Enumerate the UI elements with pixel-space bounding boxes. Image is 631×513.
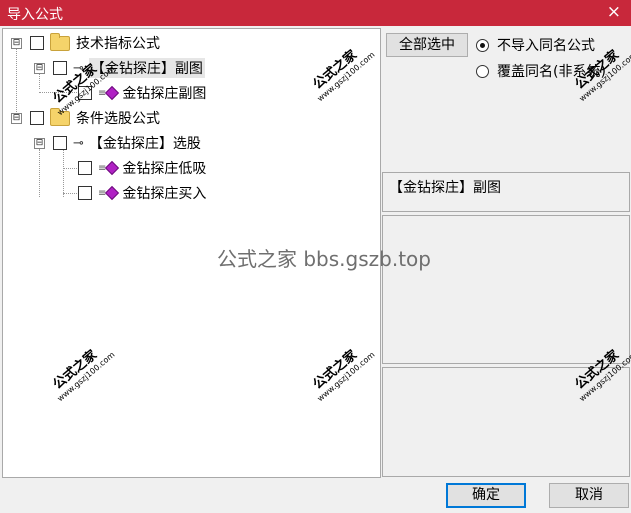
formula-detail-panel [382,367,630,477]
tree-node-buy-formula[interactable]: ≡ 金钻探庄买入 [78,183,206,203]
folder-icon [50,32,70,51]
tree-connector [39,92,81,93]
close-icon[interactable]: × [607,2,621,22]
formula-tree[interactable]: ⊟ 技术指标公式 ⊟ ⊸ 【金钻探庄】副图 ≡ 金钻探庄副图 ⊟ 条件选股公式 … [2,28,381,478]
tree-node-subchart-formula[interactable]: ≡ 金钻探庄副图 [78,83,206,103]
collapse-icon[interactable]: ⊟ [11,113,22,124]
radio-overwrite-same-name[interactable]: 覆盖同名(非系统) [476,61,606,81]
gem-icon: ≡ [98,85,120,101]
radio-skip-same-name[interactable]: 不导入同名公式 [476,35,595,55]
tree-node-subchart-group[interactable]: ⊸ 【金钻探庄】副图 [53,58,205,78]
key-icon: ⊸ [73,60,84,76]
radio-button[interactable] [476,64,489,78]
formula-info-text: 【金钻探庄】副图 [389,180,501,196]
tree-node-screening-group[interactable]: ⊸ 【金钻探庄】选股 [53,133,201,153]
radio-label: 不导入同名公式 [497,38,595,54]
gem-icon: ≡ [98,185,120,201]
node-label: 【金钻探庄】副图 [88,58,205,78]
select-all-button[interactable]: 全部选中 [386,33,468,57]
tree-node-screening-formulas[interactable]: 条件选股公式 [30,107,160,128]
tree-connector [39,149,40,197]
node-label: 条件选股公式 [76,111,160,127]
radio-label: 覆盖同名(非系统) [497,64,606,80]
node-label: 金钻探庄低吸 [122,161,207,177]
window-title: 导入公式 [7,7,63,23]
node-checkbox[interactable] [30,111,44,125]
collapse-icon[interactable]: ⊟ [34,63,45,74]
tree-connector [39,73,40,89]
node-label: 金钻探庄副图 [122,86,207,102]
node-label: 【金钻探庄】选股 [88,136,201,152]
tree-connector [16,47,17,118]
cancel-button[interactable]: 取消 [549,483,629,508]
node-checkbox[interactable] [78,186,92,200]
node-checkbox[interactable] [53,61,67,75]
node-checkbox[interactable] [78,86,92,100]
collapse-icon[interactable]: ⊟ [11,38,22,49]
node-checkbox[interactable] [53,136,67,150]
tree-node-technical-formulas[interactable]: 技术指标公式 [30,32,160,53]
node-checkbox[interactable] [30,36,44,50]
node-checkbox[interactable] [78,161,92,175]
radio-button[interactable] [476,38,489,52]
ok-button[interactable]: 确定 [446,483,526,508]
key-icon: ⊸ [73,135,84,151]
title-bar: 导入公式 × [0,0,631,26]
formula-description-panel [382,215,630,364]
gem-icon: ≡ [98,160,120,176]
folder-icon [50,107,70,126]
node-label: 金钻探庄买入 [122,186,207,202]
formula-info-panel: 【金钻探庄】副图 [382,172,630,212]
tree-node-low-buy-formula[interactable]: ≡ 金钻探庄低吸 [78,158,206,178]
collapse-icon[interactable]: ⊟ [34,138,45,149]
node-label: 技术指标公式 [76,36,160,52]
tree-connector [63,147,64,197]
